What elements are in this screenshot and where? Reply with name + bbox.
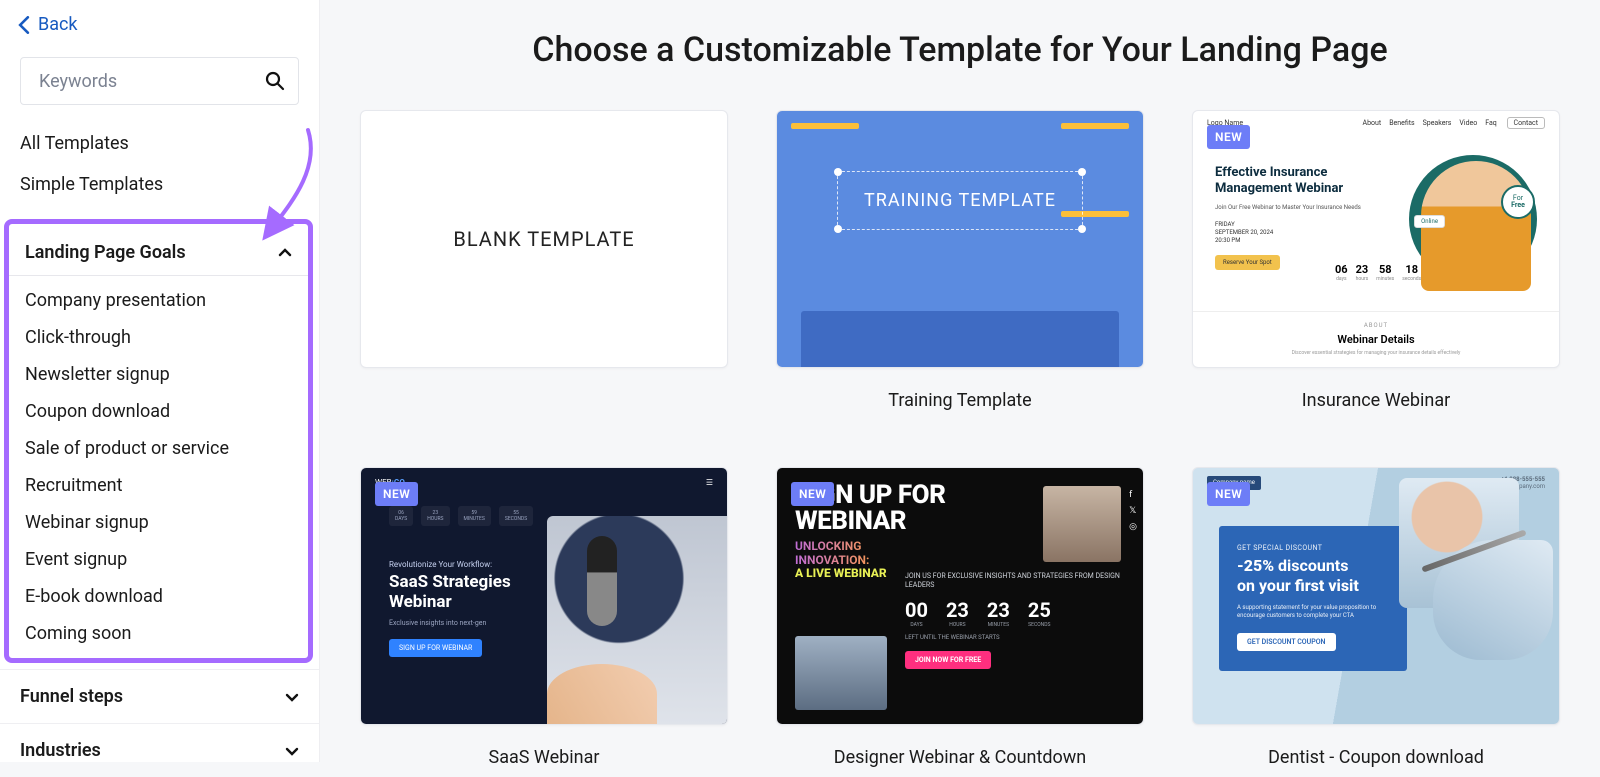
hero-image bbox=[547, 516, 727, 724]
section-title: Industries bbox=[20, 740, 101, 761]
goal-newsletter-signup[interactable]: Newsletter signup bbox=[9, 356, 308, 393]
landing-page-goals-highlight: Landing Page Goals Company presentation … bbox=[4, 219, 313, 663]
template-card-dentist: NEW Company name +1 888-555-555info@your… bbox=[1192, 467, 1560, 768]
new-badge: NEW bbox=[791, 482, 834, 506]
section-title: Landing Page Goals bbox=[25, 242, 186, 263]
search-icon[interactable] bbox=[265, 71, 285, 95]
template-nav: Logo Name AboutBenefitsSpeakersVideoFaq … bbox=[1207, 119, 1545, 127]
quicklink-all-templates[interactable]: All Templates bbox=[0, 123, 319, 164]
free-badge: ForFree bbox=[1501, 185, 1535, 219]
facebook-icon: f bbox=[1129, 490, 1137, 500]
menu-icon: ☰ bbox=[706, 478, 713, 487]
chevron-left-icon bbox=[18, 16, 30, 34]
new-badge: NEW bbox=[1207, 482, 1250, 506]
quicklink-simple-templates[interactable]: Simple Templates bbox=[0, 164, 319, 205]
instagram-icon: ◎ bbox=[1129, 522, 1137, 532]
online-badge: Online bbox=[1414, 215, 1445, 228]
template-card-insurance: NEW Logo Name AboutBenefitsSpeakersVideo… bbox=[1192, 110, 1560, 411]
hand-icon bbox=[547, 664, 657, 724]
photo-icon bbox=[1043, 486, 1121, 562]
section-funnel-steps[interactable]: Funnel steps bbox=[0, 669, 319, 723]
section-title: Funnel steps bbox=[20, 686, 123, 707]
template-card-training: TRAINING TEMPLATE Training Template bbox=[776, 110, 1144, 411]
template-card-blank: BLANK TEMPLATE bbox=[360, 110, 728, 411]
goal-sale-of-product[interactable]: Sale of product or service bbox=[9, 430, 308, 467]
template-title: Designer Webinar & Countdown bbox=[834, 747, 1086, 768]
goal-recruitment[interactable]: Recruitment bbox=[9, 467, 308, 504]
social-icons: f𝕏 ◎ bbox=[1129, 490, 1137, 532]
new-badge: NEW bbox=[375, 482, 418, 506]
template-thumb-insurance[interactable]: NEW Logo Name AboutBenefitsSpeakersVideo… bbox=[1192, 110, 1560, 368]
back-button[interactable]: Back bbox=[0, 0, 319, 49]
template-thumb-blank[interactable]: BLANK TEMPLATE bbox=[360, 110, 728, 368]
template-card-designer: NEW SIGN UP FORWEBINAR UNLOCKINGINNOVATI… bbox=[776, 467, 1144, 768]
photo-icon bbox=[795, 636, 887, 710]
goal-company-presentation[interactable]: Company presentation bbox=[9, 282, 308, 319]
photo-area bbox=[1389, 468, 1559, 724]
divider bbox=[9, 275, 308, 276]
template-headline-box: TRAINING TEMPLATE bbox=[837, 171, 1083, 230]
goal-coupon-download[interactable]: Coupon download bbox=[9, 393, 308, 430]
x-icon: 𝕏 bbox=[1129, 506, 1137, 516]
goal-ebook-download[interactable]: E-book download bbox=[9, 578, 308, 615]
new-badge: NEW bbox=[1207, 125, 1250, 149]
section-landing-page-goals[interactable]: Landing Page Goals bbox=[9, 224, 308, 275]
template-thumb-saas[interactable]: NEW WEB:GO☰ 06DAYS 23HOURS 59MINUTES 55S… bbox=[360, 467, 728, 725]
microphone-icon bbox=[587, 536, 617, 626]
search-wrapper bbox=[20, 57, 299, 105]
template-thumb-training[interactable]: TRAINING TEMPLATE bbox=[776, 110, 1144, 368]
chevron-down-icon bbox=[285, 744, 299, 758]
goal-click-through[interactable]: Click-through bbox=[9, 319, 308, 356]
goal-coming-soon[interactable]: Coming soon bbox=[9, 615, 308, 652]
goal-event-signup[interactable]: Event signup bbox=[9, 541, 308, 578]
template-title: SaaS Webinar bbox=[489, 747, 600, 768]
main-area: Choose a Customizable Template for Your … bbox=[320, 0, 1600, 762]
template-thumb-dentist[interactable]: NEW Company name +1 888-555-555info@your… bbox=[1192, 467, 1560, 725]
chevron-down-icon bbox=[285, 690, 299, 704]
sidebar: Back All Templates Simple Templates Land… bbox=[0, 0, 320, 762]
back-label: Back bbox=[38, 14, 78, 35]
chevron-up-icon bbox=[278, 246, 292, 260]
goal-webinar-signup[interactable]: Webinar signup bbox=[9, 504, 308, 541]
search-input[interactable] bbox=[20, 57, 299, 105]
blank-template-label: BLANK TEMPLATE bbox=[453, 227, 634, 251]
template-title: Training Template bbox=[888, 390, 1031, 411]
template-grid: BLANK TEMPLATE TRAINING TEMPLATE Trainin… bbox=[360, 110, 1560, 768]
template-bottom-bar bbox=[801, 311, 1119, 367]
template-title: Insurance Webinar bbox=[1302, 390, 1451, 411]
template-thumb-designer[interactable]: NEW SIGN UP FORWEBINAR UNLOCKINGINNOVATI… bbox=[776, 467, 1144, 725]
template-card-saas: NEW WEB:GO☰ 06DAYS 23HOURS 59MINUTES 55S… bbox=[360, 467, 728, 768]
section-industries[interactable]: Industries bbox=[0, 723, 319, 777]
template-title: Dentist - Coupon download bbox=[1268, 747, 1484, 768]
page-title: Choose a Customizable Template for Your … bbox=[360, 0, 1560, 110]
